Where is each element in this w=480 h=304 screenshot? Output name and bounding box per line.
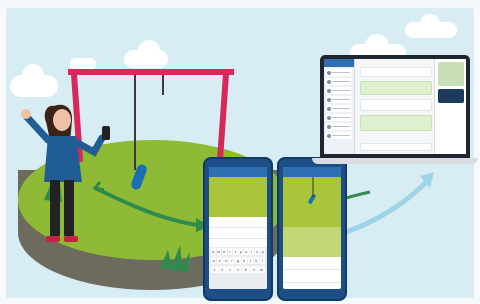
key-i[interactable]: i: [249, 248, 254, 255]
phone-header: [283, 167, 341, 177]
key-y[interactable]: y: [238, 248, 243, 255]
phone-header: [209, 167, 267, 177]
chat-message: [360, 99, 432, 111]
list-item[interactable]: [326, 132, 352, 139]
chat-sidebar: [324, 59, 355, 154]
key-l[interactable]: l: [259, 257, 265, 264]
phone-screen-right: [283, 167, 341, 289]
key-s[interactable]: s: [217, 257, 223, 264]
key-q[interactable]: q: [211, 248, 216, 255]
phone-photo-area: [209, 177, 267, 217]
phone-icon: [277, 157, 347, 301]
laptop-screen: [324, 59, 466, 154]
key-b[interactable]: b: [242, 266, 250, 273]
message-input[interactable]: [360, 143, 432, 151]
key-z[interactable]: z: [211, 266, 218, 273]
list-item[interactable]: [326, 69, 352, 76]
key-p[interactable]: p: [260, 248, 265, 255]
key-u[interactable]: u: [244, 248, 249, 255]
key-h[interactable]: h: [241, 257, 247, 264]
key-d[interactable]: d: [223, 257, 229, 264]
keyboard-row-3: z x c v b n m: [209, 265, 267, 274]
chat-message: [360, 81, 432, 95]
key-f[interactable]: f: [229, 257, 235, 264]
list-item[interactable]: [326, 96, 352, 103]
phone-screen-left: q w e r t y u i o p a s d f g h j k l z …: [209, 167, 267, 289]
swing-icon: [307, 177, 317, 205]
list-item[interactable]: [326, 78, 352, 85]
phone-reply-area: [283, 227, 341, 257]
keyboard-row-2: a s d f g h j k l: [209, 256, 267, 265]
key-m[interactable]: m: [258, 266, 266, 273]
list-item[interactable]: [326, 123, 352, 130]
key-v[interactable]: v: [234, 266, 242, 273]
key-e[interactable]: e: [222, 248, 227, 255]
person-icon: [21, 104, 110, 242]
map-thumbnail[interactable]: [438, 62, 464, 86]
key-k[interactable]: k: [253, 257, 259, 264]
list-item[interactable]: [326, 105, 352, 112]
info-panel: [434, 59, 466, 154]
phone-icon: q w e r t y u i o p a s d f g h j k l z …: [203, 157, 273, 301]
key-t[interactable]: t: [233, 248, 238, 255]
laptop-base: [312, 158, 478, 164]
list-item[interactable]: [326, 114, 352, 121]
keyboard[interactable]: q w e r t y u i o p a s d f g h j k l z …: [209, 247, 267, 289]
key-c[interactable]: c: [226, 266, 234, 273]
key-w[interactable]: w: [216, 248, 221, 255]
laptop-icon: [320, 55, 470, 158]
image-thumbnail[interactable]: [438, 89, 464, 103]
key-j[interactable]: j: [247, 257, 253, 264]
sidebar-header: [324, 59, 354, 67]
key-n[interactable]: n: [250, 266, 258, 273]
key-r[interactable]: r: [227, 248, 232, 255]
chat-message: [360, 115, 432, 131]
illustration: q w e r t y u i o p a s d f g h j k l z …: [0, 0, 480, 304]
key-g[interactable]: g: [235, 257, 241, 264]
chat-message: [360, 67, 432, 77]
phone-photo-area: [283, 177, 341, 227]
key-a[interactable]: a: [211, 257, 217, 264]
list-item[interactable]: [326, 87, 352, 94]
key-o[interactable]: o: [255, 248, 260, 255]
key-x[interactable]: x: [218, 266, 226, 273]
keyboard-row-1: q w e r t y u i o p: [209, 247, 267, 256]
